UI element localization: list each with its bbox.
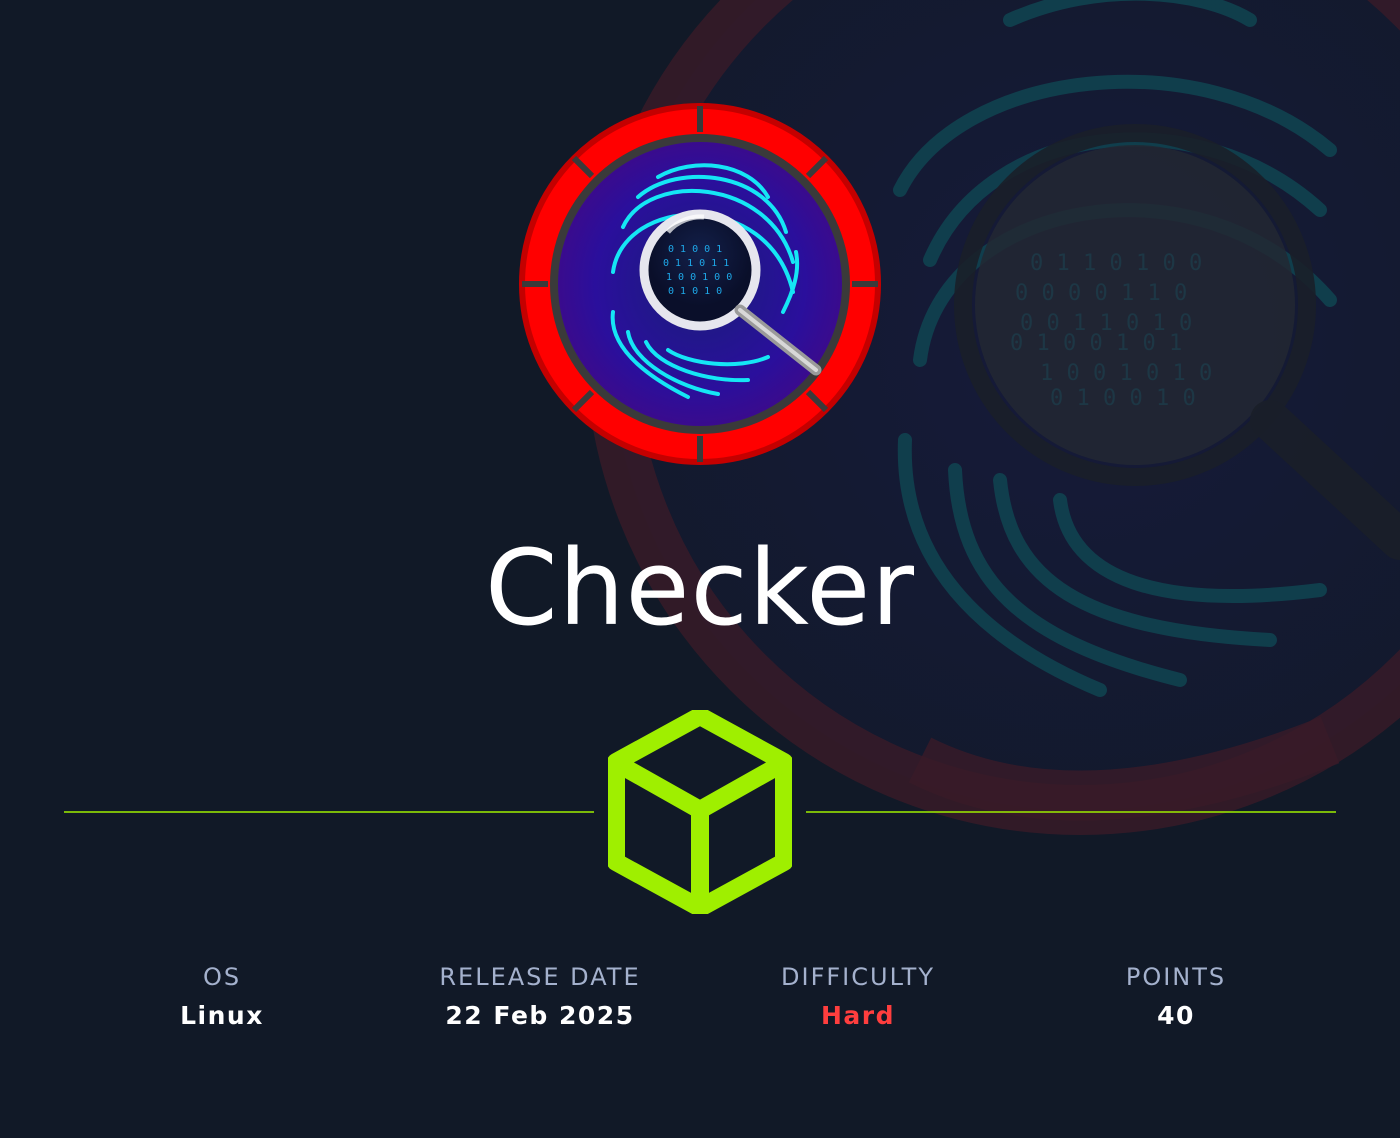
machine-card: 0 1 1 0 1 0 0 0 0 0 0 1 1 0 0 0 1 1 0 1 … bbox=[0, 0, 1400, 1138]
stat-points-label: POINTS bbox=[1125, 963, 1227, 991]
svg-text:1 0 0 1 0 0: 1 0 0 1 0 0 bbox=[666, 272, 732, 283]
stat-points-value: 40 bbox=[1157, 1001, 1195, 1030]
svg-text:0 0 0 0 1 1 0: 0 0 0 0 1 1 0 bbox=[1015, 281, 1187, 306]
svg-text:0 1 1 0 1 0 0: 0 1 1 0 1 0 0 bbox=[1030, 251, 1202, 276]
svg-text:0 1 0 0 1 0: 0 1 0 0 1 0 bbox=[1050, 386, 1196, 411]
stat-os: OS Linux bbox=[72, 960, 372, 1038]
cube-icon bbox=[608, 710, 792, 914]
stat-points: POINTS 40 bbox=[1026, 960, 1326, 1038]
stat-os-label: OS bbox=[202, 963, 242, 991]
stat-difficulty: DIFFICULTY Hard bbox=[708, 960, 1008, 1038]
stat-difficulty-label: DIFFICULTY bbox=[781, 963, 935, 991]
svg-text:0 1 0 0 1 0 1: 0 1 0 0 1 0 1 bbox=[1010, 331, 1182, 356]
stat-release-date-value: 22 Feb 2025 bbox=[445, 1001, 635, 1030]
svg-text:0 1 0 1 0: 0 1 0 1 0 bbox=[668, 286, 722, 297]
stat-release-date: RELEASE DATE 22 Feb 2025 bbox=[390, 960, 690, 1038]
stat-os-value: Linux bbox=[180, 1001, 264, 1030]
svg-text:0 1 1 0 1 1: 0 1 1 0 1 1 bbox=[663, 258, 729, 269]
svg-text:1 0 0 1 0 1 0: 1 0 0 1 0 1 0 bbox=[1040, 361, 1212, 386]
machine-avatar-icon: 0 1 0 0 1 0 1 1 0 1 1 1 0 0 1 0 0 0 1 0 … bbox=[519, 103, 881, 465]
divider-right bbox=[806, 811, 1336, 813]
svg-text:0 1 0 0 1: 0 1 0 0 1 bbox=[668, 244, 722, 255]
machine-name: Checker bbox=[485, 527, 915, 649]
stat-release-date-label: RELEASE DATE bbox=[439, 963, 641, 991]
stat-difficulty-value: Hard bbox=[820, 1001, 896, 1030]
divider-left bbox=[64, 811, 594, 813]
